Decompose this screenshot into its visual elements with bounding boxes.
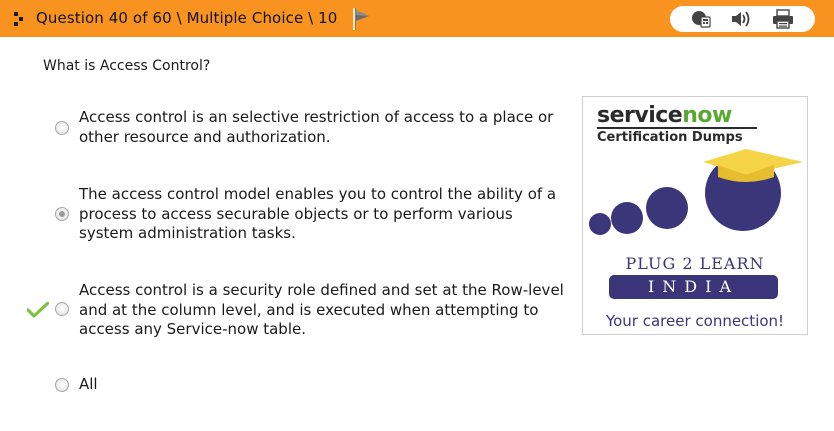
answer-radio[interactable] xyxy=(55,378,69,392)
logo-india-banner: INDIA xyxy=(609,275,778,299)
answer-radio[interactable] xyxy=(55,121,69,135)
answer-radio-selected[interactable] xyxy=(55,207,69,221)
logo-brand-name: servicenow xyxy=(597,103,732,128)
speaker-icon[interactable] xyxy=(730,9,752,29)
question-number-label: Question 40 of 60 \ Multiple Choice \ 10 xyxy=(36,9,338,27)
servicenow-plug2learn-logo: servicenow Certification Dumps PLUG 2 LE… xyxy=(582,96,808,335)
flag-icon[interactable] xyxy=(350,6,372,32)
printer-icon[interactable] xyxy=(772,9,794,29)
logo-brand-service: service xyxy=(597,103,683,128)
answer-option[interactable]: The access control model enables you to … xyxy=(0,185,570,245)
answer-option[interactable]: Access control is a security role define… xyxy=(0,281,570,341)
logo-tagline: Your career connection! xyxy=(605,312,785,330)
answer-option-text: The access control model enables you to … xyxy=(79,185,557,242)
answer-option-text: Access control is an selective restricti… xyxy=(79,108,554,146)
question-header-bar: Question 40 of 60 \ Multiple Choice \ 10 xyxy=(0,0,834,37)
graduation-dots-graphic xyxy=(589,149,803,235)
question-text: What is Access Control? xyxy=(43,58,211,74)
answer-option[interactable]: All xyxy=(0,375,570,397)
logo-subtitle: Certification Dumps xyxy=(597,130,743,145)
logo-plug-text: PLUG 2 LEARN xyxy=(625,254,765,273)
logo-brand-now: now xyxy=(682,103,732,128)
calculator-icon[interactable] xyxy=(690,9,712,29)
answer-radio[interactable] xyxy=(55,302,69,316)
logo-divider xyxy=(597,127,757,129)
correct-answer-check-icon xyxy=(26,301,50,318)
answer-option-text: Access control is a security role define… xyxy=(79,281,564,338)
answer-option[interactable]: Access control is an selective restricti… xyxy=(0,108,570,150)
toolbar-pill xyxy=(670,6,815,32)
drag-handle-icon[interactable] xyxy=(14,12,24,26)
answer-option-text: All xyxy=(79,375,98,393)
